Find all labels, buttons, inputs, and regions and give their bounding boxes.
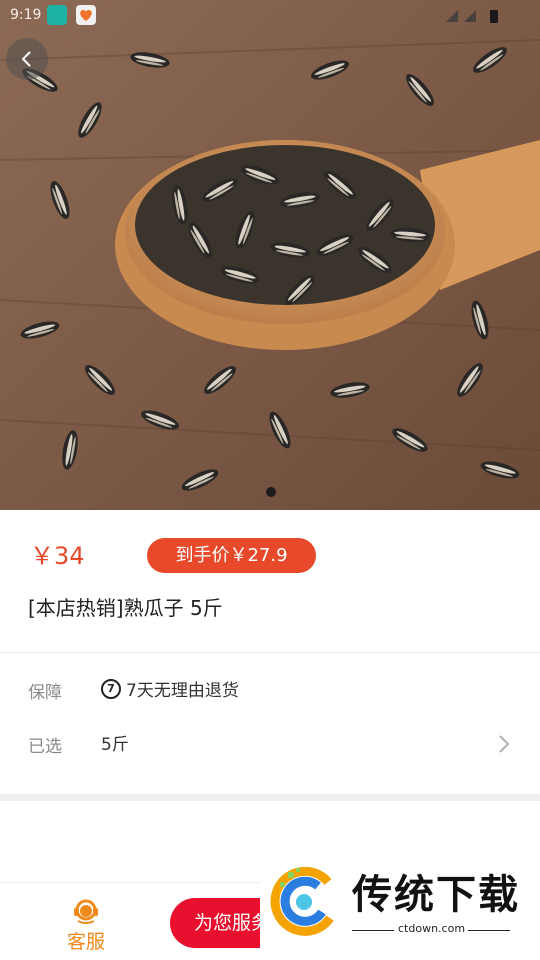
watermark-url: ctdown.com: [398, 922, 466, 935]
headset-icon: [72, 897, 100, 925]
customer-service-label: 客服: [66, 931, 105, 953]
customer-service-button[interactable]: 客服: [58, 897, 114, 957]
selected-label: 已选: [28, 737, 62, 757]
product-image[interactable]: [0, 0, 540, 510]
guarantee-value: 7天无理由退货: [126, 681, 239, 701]
status-bar: 9:19: [0, 0, 540, 32]
price-row: ￥34 到手价￥27.9: [0, 528, 540, 578]
status-time: 9:19: [10, 7, 42, 23]
selected-spec[interactable]: 5斤: [101, 730, 129, 755]
app-notification-icon: [47, 5, 67, 25]
chevron-right-icon[interactable]: [494, 732, 514, 756]
watermark-rule-right: [468, 930, 510, 931]
watermark-title: 传统下载: [352, 872, 520, 918]
section-divider: [0, 794, 540, 801]
battery-icon: [444, 8, 504, 24]
divider: [0, 652, 540, 653]
price: ￥34: [30, 542, 85, 570]
heart-app-icon: [76, 5, 96, 25]
watermark-rule-left: [352, 930, 394, 931]
deal-price-badge: 到手价￥27.9: [147, 538, 316, 573]
product-title: [本店热销]熟瓜子 5斤: [28, 596, 223, 620]
carousel-indicator: [266, 487, 276, 497]
site-watermark: 传统下载 ctdown.com: [260, 858, 540, 960]
back-button[interactable]: [6, 38, 48, 80]
chevron-left-icon: [21, 51, 31, 67]
product-photo: [0, 0, 540, 510]
seven-day-return-icon: 7: [101, 679, 121, 699]
guarantee-label: 保障: [28, 683, 62, 703]
watermark-logo-icon: [268, 864, 344, 940]
